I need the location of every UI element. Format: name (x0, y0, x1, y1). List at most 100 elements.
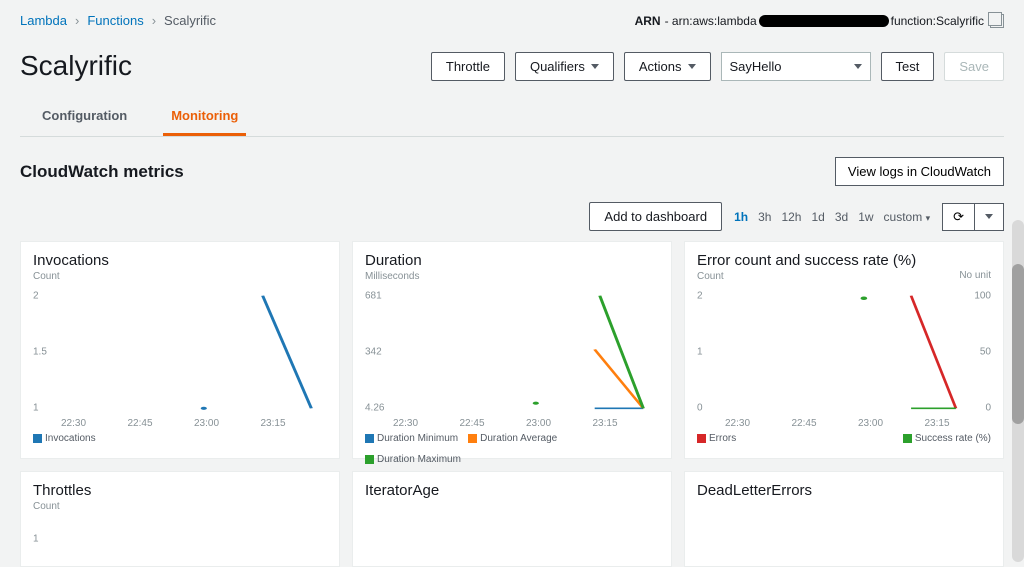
qualifiers-dropdown[interactable]: Qualifiers (515, 52, 614, 81)
caret-down-icon (854, 64, 862, 69)
x-tick: 22:45 (460, 418, 527, 429)
y-tick-right: 100 (974, 290, 991, 301)
actions-dropdown[interactable]: Actions (624, 52, 711, 81)
add-to-dashboard-button[interactable]: Add to dashboard (589, 202, 722, 231)
x-tick: 22:30 (61, 418, 128, 429)
tabs: Configuration Monitoring (20, 100, 1004, 137)
chart-legend: Errors Success rate (%) (697, 433, 991, 444)
y-tick: 4.26 (365, 403, 384, 414)
y-tick: 1.5 (33, 347, 47, 358)
chevron-right-icon: › (75, 13, 79, 28)
y-tick: 1 (33, 534, 39, 545)
x-tick: 22:45 (792, 418, 859, 429)
tab-configuration[interactable]: Configuration (34, 100, 135, 136)
y-axis-unit: Count (33, 271, 327, 282)
breadcrumb-current: Scalyrific (164, 13, 216, 28)
x-tick: 22:30 (725, 418, 792, 429)
caret-down-icon (985, 214, 993, 219)
x-tick: 23:15 (261, 418, 328, 429)
y-tick-right: 50 (980, 347, 991, 358)
x-tick: 23:00 (194, 418, 261, 429)
x-tick: 23:15 (925, 418, 992, 429)
y-tick: 342 (365, 347, 382, 358)
test-button[interactable]: Test (881, 52, 935, 81)
tab-monitoring[interactable]: Monitoring (163, 100, 246, 136)
copy-icon[interactable] (990, 14, 1004, 28)
refresh-options-dropdown[interactable] (974, 203, 1004, 231)
x-tick: 22:30 (393, 418, 460, 429)
card-iterator-age: IteratorAge (352, 471, 672, 567)
chart-legend: Duration Minimum Duration Average Durati… (365, 433, 659, 465)
y-tick: 1 (697, 347, 703, 358)
arn-label: ARN (635, 14, 661, 28)
card-title: Invocations (33, 252, 327, 269)
legend-swatch (33, 434, 42, 443)
x-tick: 23:15 (593, 418, 660, 429)
time-range-1d[interactable]: 1d (811, 210, 824, 224)
arn-value-prefix: - arn:aws:lambda (665, 14, 757, 28)
card-title: IteratorAge (365, 482, 659, 499)
metrics-section-title: CloudWatch metrics (20, 162, 184, 182)
throttle-button[interactable]: Throttle (431, 52, 505, 81)
y-axis-unit-right: No unit (959, 270, 991, 281)
card-title: Duration (365, 252, 659, 269)
x-axis: 22:30 22:45 23:00 23:15 (33, 418, 327, 429)
y-tick: 2 (33, 290, 39, 301)
x-tick: 23:00 (526, 418, 593, 429)
x-tick: 22:45 (128, 418, 195, 429)
page-title: Scalyrific (20, 50, 132, 82)
chart-legend: Invocations (33, 433, 327, 444)
card-title: Throttles (33, 482, 327, 499)
arn-redacted-segment (759, 15, 889, 27)
legend-swatch (903, 434, 912, 443)
time-range-1w[interactable]: 1w (858, 210, 873, 224)
time-range-3d[interactable]: 3d (835, 210, 848, 224)
qualifiers-label: Qualifiers (530, 59, 585, 74)
x-tick: 23:00 (858, 418, 925, 429)
chart-duration (395, 288, 651, 416)
card-title: DeadLetterErrors (697, 482, 991, 499)
legend-swatch (697, 434, 706, 443)
x-axis: 22:30 22:45 23:00 23:15 (697, 418, 991, 429)
x-axis: 22:30 22:45 23:00 23:15 (365, 418, 659, 429)
card-invocations: Invocations Count 2 1.5 1 22:30 22:45 23… (20, 241, 340, 459)
refresh-button[interactable]: ⟳ (942, 203, 975, 231)
chart-errors (727, 288, 963, 416)
legend-swatch (365, 434, 374, 443)
metrics-grid: Invocations Count 2 1.5 1 22:30 22:45 23… (20, 241, 1004, 567)
y-axis-unit-left: Count (697, 271, 991, 282)
caret-down-icon (688, 64, 696, 69)
y-tick: 0 (697, 403, 703, 414)
time-range-3h[interactable]: 3h (758, 210, 771, 224)
y-tick: 681 (365, 290, 382, 301)
chart-invocations (63, 288, 319, 416)
y-tick: 2 (697, 290, 703, 301)
caret-down-icon: ▾ (926, 213, 931, 223)
card-throttles: Throttles Count 1 (20, 471, 340, 567)
card-title: Error count and success rate (%) (697, 252, 991, 269)
y-axis-unit: Milliseconds (365, 271, 659, 282)
save-button: Save (944, 52, 1004, 81)
card-errors: Error count and success rate (%) Count N… (684, 241, 1004, 459)
time-range-1h[interactable]: 1h (734, 210, 748, 224)
alias-select[interactable]: SayHello (721, 52, 871, 81)
time-range-picker: 1h 3h 12h 1d 3d 1w custom ▾ (734, 210, 930, 224)
scrollbar-thumb[interactable] (1012, 264, 1024, 424)
time-range-custom[interactable]: custom ▾ (884, 210, 931, 224)
view-logs-button[interactable]: View logs in CloudWatch (835, 157, 1004, 186)
title-actions: Throttle Qualifiers Actions SayHello Tes… (431, 52, 1004, 81)
time-range-12h[interactable]: 12h (781, 210, 801, 224)
alias-selected-label: SayHello (730, 59, 782, 74)
caret-down-icon (591, 64, 599, 69)
y-tick-right: 0 (985, 403, 991, 414)
legend-swatch (468, 434, 477, 443)
y-axis-unit: Count (33, 501, 327, 512)
breadcrumb-functions[interactable]: Functions (87, 13, 143, 28)
card-dead-letter-errors: DeadLetterErrors (684, 471, 1004, 567)
chevron-right-icon: › (152, 13, 156, 28)
y-tick: 1 (33, 403, 39, 414)
refresh-button-group: ⟳ (942, 203, 1004, 231)
breadcrumb-lambda[interactable]: Lambda (20, 13, 67, 28)
refresh-icon: ⟳ (953, 209, 964, 225)
actions-label: Actions (639, 59, 682, 74)
